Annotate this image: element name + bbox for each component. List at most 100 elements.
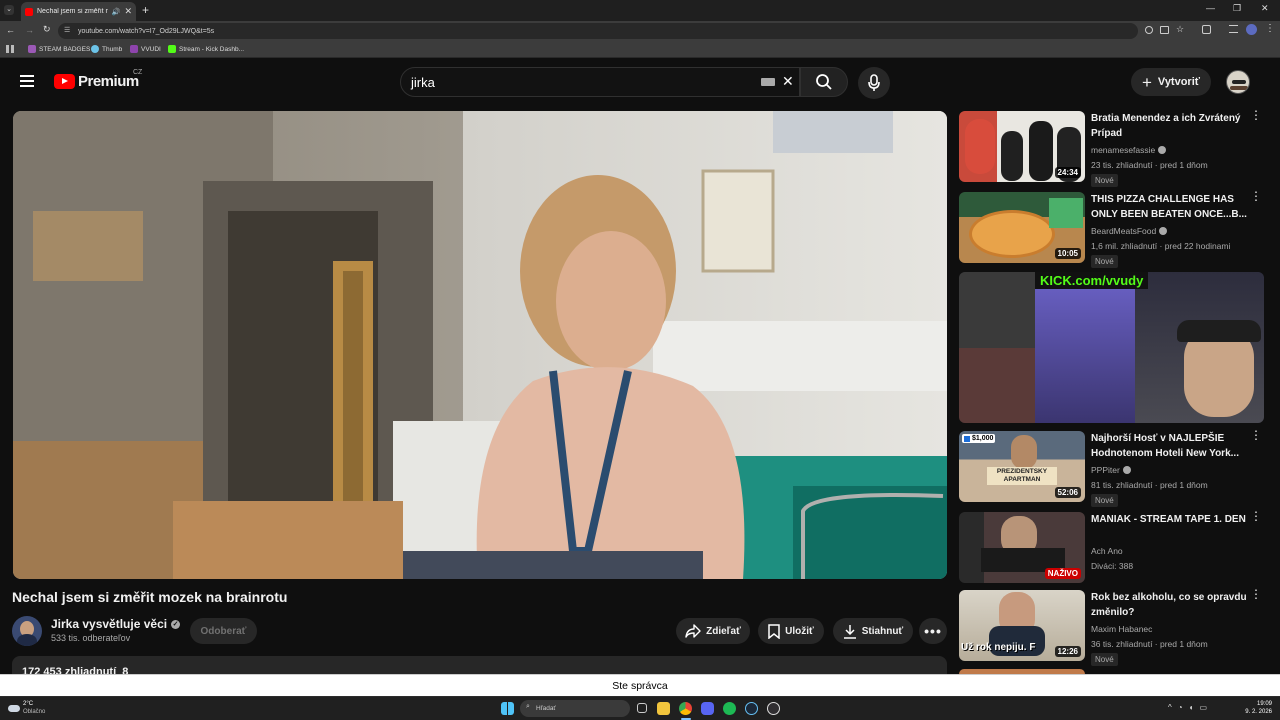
download-button[interactable]: Stiahnuť [833, 618, 913, 644]
more-vertical-icon[interactable]: ⋮ [1250, 190, 1262, 202]
reading-list-icon[interactable] [1229, 25, 1238, 33]
create-label: Vytvoriť [1157, 76, 1201, 88]
recommendation-item[interactable]: NAŽIVO MANIAK - STREAM TAPE 1. DEN Ach A… [959, 510, 1264, 584]
keyboard-icon[interactable] [761, 78, 775, 86]
clock[interactable]: 19:09 9. 2. 2026 [1240, 700, 1272, 716]
new-badge: Nové [1091, 174, 1118, 187]
bookmark-thumb[interactable]: Thumb [91, 45, 122, 53]
share-button[interactable]: Zdieľať [676, 618, 750, 644]
more-vertical-icon[interactable]: ⋮ [1250, 429, 1262, 441]
tab-list-icon[interactable]: ⌄ [4, 5, 14, 15]
battery-icon[interactable]: ▭ [1199, 703, 1207, 712]
bookmark-star-icon[interactable]: ☆ [1176, 24, 1184, 35]
cast-icon[interactable] [1160, 26, 1169, 34]
browser-tab[interactable]: Nechal jsem si změřit mozek na brainrotu… [21, 2, 136, 21]
video-thumbnail[interactable]: NAŽIVO [959, 512, 1085, 583]
verified-icon [1158, 146, 1167, 154]
discord-icon[interactable] [701, 702, 714, 715]
obs-icon[interactable] [767, 702, 780, 715]
video-thumbnail[interactable]: $1,000 PREZIDENTSKY APARTMAN 52:06 [959, 431, 1085, 502]
download-icon [843, 624, 856, 639]
youtube-logo[interactable]: Premium [54, 73, 139, 90]
recommendation-title[interactable]: Bratia Menendez a ich Zvrátený Prípad [1091, 111, 1249, 141]
channel-name[interactable]: Jirka vysvětluje věci ✓ [51, 617, 181, 631]
voice-search-button[interactable] [858, 67, 890, 99]
clear-search-icon[interactable]: ✕ [782, 73, 794, 90]
search-query: jirka [411, 74, 435, 90]
kick-stream-ad[interactable]: KICK.com/vvudy [959, 272, 1264, 423]
file-explorer-icon[interactable] [657, 702, 670, 715]
recommendation-channel[interactable]: menamesefassie [1091, 145, 1167, 155]
close-window-icon[interactable]: ✕ [1261, 3, 1269, 14]
recommendation-title[interactable]: Rok bez alkoholu, co se opravdu změnilo? [1091, 590, 1249, 620]
back-icon[interactable]: ← [6, 25, 15, 35]
new-tab-icon[interactable]: + [142, 3, 149, 17]
recommendation-channel[interactable]: Ach Ano [1091, 546, 1123, 556]
video-thumbnail[interactable]: 10:05 [959, 192, 1085, 263]
task-view-icon[interactable] [637, 703, 647, 713]
spotify-icon[interactable] [723, 702, 736, 715]
forward-icon[interactable]: → [25, 25, 34, 35]
system-tray[interactable]: ^ ◔ ◖ ▭ [1168, 703, 1207, 712]
reload-icon[interactable]: ↻ [43, 24, 51, 35]
chrome-icon[interactable] [679, 702, 692, 715]
youtube-favicon-icon [25, 7, 33, 16]
search-button[interactable] [800, 67, 848, 97]
more-vertical-icon[interactable]: ⋮ [1250, 588, 1262, 600]
recommendation-item[interactable]: 24:34 Bratia Menendez a ich Zvrátený Prí… [959, 109, 1264, 187]
zoom-icon[interactable] [1145, 26, 1153, 34]
steam-icon[interactable] [745, 702, 758, 715]
close-tab-icon[interactable]: ✕ [124, 6, 132, 17]
recommendation-item[interactable]: Už rok nepiju. F 12:26 Rok bez alkoholu,… [959, 588, 1264, 666]
more-vertical-icon[interactable]: ⋮ [1250, 510, 1262, 522]
taskbar-search[interactable]: ⌕ Hľadať [520, 700, 630, 717]
minimize-icon[interactable]: — [1206, 3, 1215, 13]
speaker-icon[interactable]: 🔊 [112, 8, 121, 16]
recommendation-item[interactable]: $1,000 PREZIDENTSKY APARTMAN 52:06 Najho… [959, 429, 1264, 507]
recommendation-channel[interactable]: Maxim Habanec [1091, 624, 1152, 634]
network-icon[interactable]: ◔ [1178, 703, 1183, 712]
more-actions-button[interactable]: ••• [919, 618, 947, 644]
clock-time: 19:09 [1256, 701, 1272, 707]
apps-grid-icon[interactable] [6, 45, 14, 53]
subscribe-button[interactable]: Odoberať [190, 618, 257, 644]
video-player[interactable] [13, 111, 947, 579]
video-thumbnail[interactable]: 24:34 [959, 111, 1085, 182]
recommendation-channel[interactable]: BeardMeatsFood [1091, 226, 1168, 236]
bookmark-vvudi[interactable]: VVUDI [130, 45, 161, 53]
recommendation-item[interactable]: 10:05 THIS PIZZA CHALLENGE HAS ONLY BEEN… [959, 190, 1264, 268]
save-button[interactable]: Uložiť [758, 618, 824, 644]
recommendation-title[interactable]: MANIAK - STREAM TAPE 1. DEN [1091, 512, 1249, 527]
site-info-icon[interactable]: ☰ [64, 26, 70, 34]
search-input[interactable]: jirka ✕ [400, 67, 800, 97]
hamburger-menu-icon[interactable] [20, 75, 34, 87]
video-frame [13, 111, 947, 579]
account-avatar[interactable] [1226, 70, 1250, 94]
subscribe-label: Odoberať [200, 625, 247, 637]
menu-icon[interactable]: ⋮ [1265, 23, 1275, 34]
bookmark-steam-badges[interactable]: STEAM BADGES [28, 45, 90, 53]
new-badge: Nové [1091, 255, 1118, 268]
tray-chevron-icon[interactable]: ^ [1168, 703, 1172, 712]
recommendation-meta: 1,6 mil. zhliadnutí · pred 22 hodinami [1091, 241, 1231, 251]
youtube-play-icon [54, 74, 75, 89]
maximize-icon[interactable]: ❐ [1233, 3, 1241, 14]
video-thumbnail[interactable]: Už rok nepiju. F 12:26 [959, 590, 1085, 661]
weather-widget[interactable]: 2°C Oblačno [8, 700, 45, 716]
create-button[interactable]: + Vytvoriť [1131, 68, 1211, 96]
recommendation-channel[interactable]: PPPiter [1091, 465, 1131, 475]
volume-icon[interactable]: ◖ [1189, 703, 1194, 712]
recommendation-title[interactable]: THIS PIZZA CHALLENGE HAS ONLY BEEN BEATE… [1091, 192, 1249, 222]
profile-avatar[interactable] [1246, 24, 1257, 35]
verified-icon [1122, 466, 1131, 474]
channel-avatar[interactable] [12, 616, 42, 646]
windows-start-icon[interactable] [501, 702, 514, 715]
extensions-icon[interactable] [1202, 25, 1211, 34]
more-vertical-icon[interactable]: ⋮ [1250, 109, 1262, 121]
youtube-header: Premium CZ jirka ✕ + Vytvoriť [0, 58, 1280, 106]
kick-ad-text: KICK.com/vvudy [1035, 272, 1149, 289]
recommendation-title[interactable]: Najhorší Hosť v NAJLEPŠIE Hodnotenom Hot… [1091, 431, 1249, 461]
bookmark-kick-dashboard[interactable]: Stream - Kick Dashb... [168, 45, 244, 53]
channel-name-text: Jirka vysvětluje věci [51, 617, 168, 631]
address-bar[interactable]: ☰ youtube.com/watch?v=I7_Od29LJWQ&t=5s [58, 23, 1138, 39]
